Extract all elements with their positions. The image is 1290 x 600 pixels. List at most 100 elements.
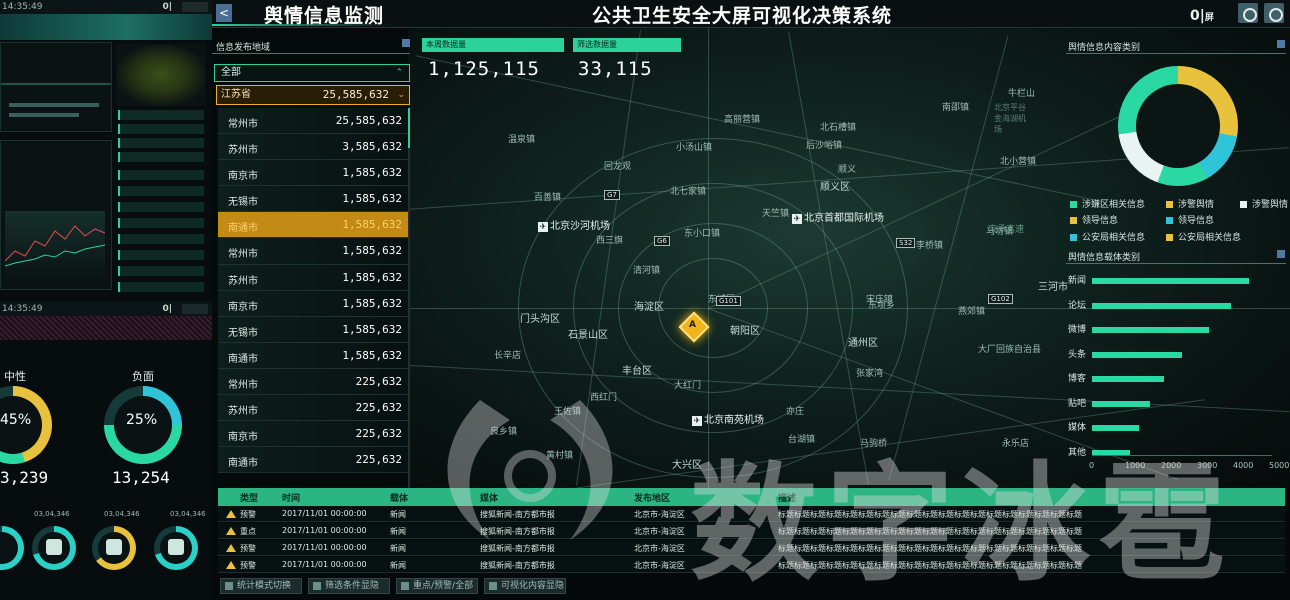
city-name: 苏州市	[228, 145, 258, 157]
province-select[interactable]: 江苏省 25,585,632 ⌄	[216, 85, 410, 105]
panel-divider	[212, 53, 410, 54]
warning-icon	[226, 544, 236, 552]
city-row[interactable]: 苏州市 1,585,632	[218, 264, 408, 291]
city-row[interactable]: 南京市 1,585,632	[218, 160, 408, 187]
city-row[interactable]: 南通市 225,632	[218, 447, 408, 474]
toggle-visual-content-button[interactable]: 可视化内容显隐	[484, 578, 566, 594]
watermark-logo	[447, 400, 613, 540]
city-row[interactable]: 常州市 1,585,632	[218, 238, 408, 265]
bar[interactable]	[1092, 327, 1209, 333]
legend-swatch	[1166, 217, 1173, 224]
city-value: 1,585,632	[342, 244, 402, 258]
content-types-donut[interactable]	[1118, 66, 1238, 186]
city-row[interactable]: 无锡市 1,585,632	[218, 316, 408, 343]
city-row[interactable]: 南通市 1,585,632	[218, 212, 408, 239]
city-name: 南通市	[228, 458, 258, 470]
city-row[interactable]: 南通市 1,585,632	[218, 342, 408, 369]
city-value: 1,585,632	[342, 348, 402, 362]
city-name: 南通市	[228, 353, 258, 365]
column-header[interactable]: 时间	[282, 491, 300, 504]
table-cell: 2017/11/01 00:00:00	[282, 543, 367, 552]
place-label: 燕郊镇	[958, 307, 986, 317]
place-label: 长辛店	[494, 351, 522, 361]
signal-icon: 0|	[162, 304, 172, 314]
system-title: 公共卫生安全大屏可视化决策系统	[592, 5, 893, 27]
city-row[interactable]: 无锡市 1,585,632	[218, 186, 408, 213]
table-cell: 新闻	[390, 561, 406, 570]
mini-header-top: 14:35:49 0|	[0, 0, 212, 14]
back-button[interactable]: <	[216, 4, 232, 22]
city-list-scrollbar[interactable]	[408, 108, 410, 492]
expand-icon[interactable]	[1277, 40, 1285, 48]
column-header[interactable]: 载体	[390, 491, 408, 504]
media-types-title: 舆情信息载体类别	[1068, 253, 1141, 263]
bar[interactable]	[1092, 302, 1231, 309]
screen-toggle[interactable]: 0|屏	[1190, 8, 1214, 24]
bar[interactable]	[1092, 278, 1249, 284]
home-icon	[46, 539, 62, 555]
place-label: 温泉镇	[508, 135, 536, 145]
legend-label: 领导信息	[1178, 216, 1215, 226]
mini-controls	[182, 2, 208, 12]
city-value: 1,585,632	[342, 166, 402, 180]
airport-label: 北京沙河机场	[538, 217, 610, 232]
table-cell: 预警	[240, 544, 256, 553]
city-row[interactable]: 苏州市 225,632	[218, 395, 408, 422]
legend-item[interactable]: 涉警舆情	[1240, 197, 1288, 210]
column-header[interactable]: 类型	[240, 491, 258, 504]
legend-item[interactable]: 领导信息	[1070, 213, 1118, 226]
legend-item[interactable]: 公安局相关信息	[1070, 230, 1145, 243]
mini-controls	[182, 304, 208, 314]
toggle-filter-button[interactable]: 筛选条件显隐	[308, 578, 390, 594]
power-icon[interactable]	[1264, 3, 1284, 23]
legend-item[interactable]: 涉嫌区相关信息	[1070, 197, 1145, 210]
city-value: 1,585,632	[342, 322, 402, 336]
city-row[interactable]: 苏州市 3,585,632	[218, 134, 408, 161]
legend-item[interactable]: 领导信息	[1166, 213, 1214, 226]
bar[interactable]	[1092, 376, 1164, 382]
region-all-label: 全部	[221, 67, 241, 78]
screen-toggle-label: 0|	[1190, 8, 1205, 24]
city-name: 苏州市	[228, 275, 258, 287]
mini-count: 03,04,346	[170, 510, 206, 518]
legend-swatch	[1070, 234, 1077, 241]
bar[interactable]	[1092, 351, 1182, 358]
city-row[interactable]: 南京市 225,632	[218, 421, 408, 448]
expand-icon[interactable]	[1277, 250, 1285, 258]
city-name: 常州市	[228, 119, 258, 130]
neutral-label: 中性	[4, 370, 26, 383]
settings-icon[interactable]	[1238, 3, 1258, 23]
place-label: 大红门	[674, 381, 702, 391]
airport-label: 北京首都国际机场	[792, 209, 884, 224]
scrollbar-thumb[interactable]	[408, 108, 410, 148]
bar[interactable]	[1092, 400, 1150, 407]
focus-warning-all-button[interactable]: 重点/预警/全部	[396, 578, 478, 594]
city-name: 苏州市	[228, 406, 258, 418]
place-label: 海淀区	[634, 302, 664, 313]
toggle-stats-mode-button[interactable]: 统计模式切换	[220, 578, 302, 594]
mini-row	[118, 250, 204, 260]
region-panel-title: 信息发布地域	[216, 43, 271, 53]
weekly-count-label: 本周数据量	[422, 38, 564, 52]
legend-item[interactable]: 公安局相关信息	[1166, 230, 1241, 243]
place-label: 京承高速	[988, 225, 1025, 235]
province-name: 江苏省	[221, 89, 251, 100]
city-name: 南京市	[228, 171, 258, 183]
region-panel: 信息发布地域 全部 ⌃ 江苏省 25,585,632 ⌄ 常州市 25,585,6…	[212, 36, 410, 492]
place-label: 后沙峪镇	[806, 141, 843, 151]
city-name: 南京市	[228, 301, 258, 313]
city-value: 1,585,632	[342, 270, 402, 284]
highway-shield: G6	[654, 236, 670, 246]
mini-banner-pink	[0, 316, 212, 340]
city-row[interactable]: 常州市 225,632	[218, 368, 408, 396]
region-select-all[interactable]: 全部 ⌃	[214, 64, 410, 82]
neutral-count: 3,239	[0, 468, 49, 487]
table-cell: 重点	[240, 527, 256, 536]
expand-icon[interactable]	[402, 39, 410, 47]
chevron-down-icon: ⌄	[397, 90, 405, 100]
place-label: 宋庄镇	[866, 295, 894, 305]
city-row[interactable]: 南京市 1,585,632	[218, 290, 408, 317]
place-label: 丰台区	[622, 366, 652, 377]
legend-item[interactable]: 涉警舆情	[1166, 197, 1214, 210]
city-row[interactable]: 常州市 25,585,632	[218, 108, 408, 135]
